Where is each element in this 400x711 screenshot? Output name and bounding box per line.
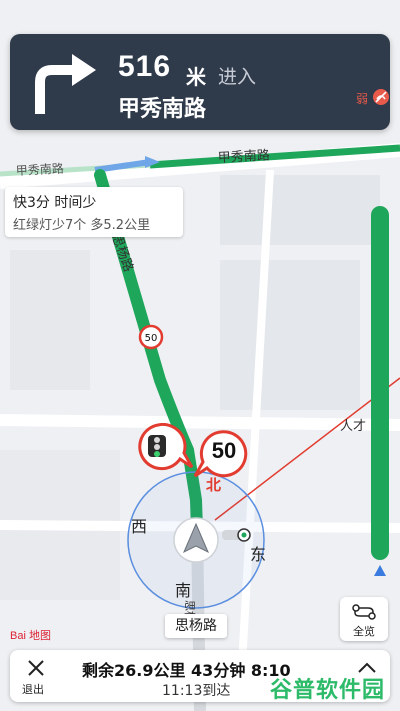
overview-button[interactable]: 全览	[340, 597, 388, 641]
close-icon[interactable]	[27, 659, 45, 677]
current-road-label: 思杨路	[165, 614, 227, 638]
alternate-route-card[interactable]: 快3分 时间少 红绿灯少7个 多5.2公里	[5, 187, 183, 237]
turn-distance: 516	[118, 50, 172, 83]
compass-west: 西	[131, 517, 148, 536]
remaining-trip-info: 剩余26.9公里 43分钟 8:10	[82, 661, 291, 680]
turn-right-icon	[35, 54, 96, 114]
exit-button-label[interactable]: 退出	[22, 681, 44, 697]
alternate-route-detail: 红绿灯少7个 多5.2公里	[13, 218, 151, 233]
turn-action: 进入	[218, 66, 257, 88]
overview-label: 全览	[353, 625, 375, 638]
road-label-jiaxiu-west: 甲秀南路	[15, 161, 64, 178]
next-road-name: 甲秀南路	[118, 97, 207, 122]
road-label-jiaxiu-east: 甲秀南路	[217, 147, 270, 166]
road-label-rencai: 人才	[340, 419, 366, 434]
compass-east: 东	[250, 545, 267, 564]
route-overview-icon	[352, 604, 376, 620]
alternate-route-summary: 快3分 时间少	[13, 195, 97, 211]
current-speed-value: 50	[211, 438, 237, 463]
watermark-logo: 谷普软件园	[270, 678, 386, 703]
baidu-map-logo: Bai 地图	[10, 630, 51, 642]
arrival-time: 11:13到达	[162, 683, 231, 699]
traffic-light-icon	[138, 423, 194, 471]
route-progress-bar	[371, 206, 389, 560]
turn-instruction-card[interactable]: 516 米 进入 甲秀南路 弱	[10, 34, 390, 130]
compass-north: 北	[206, 476, 222, 494]
speed-limit-text: 50	[145, 333, 158, 344]
gps-signal-label: 弱	[356, 92, 369, 106]
distance-unit: 米	[186, 65, 206, 89]
compass-south: 南	[175, 581, 192, 600]
gps-signal-icon	[373, 89, 389, 105]
